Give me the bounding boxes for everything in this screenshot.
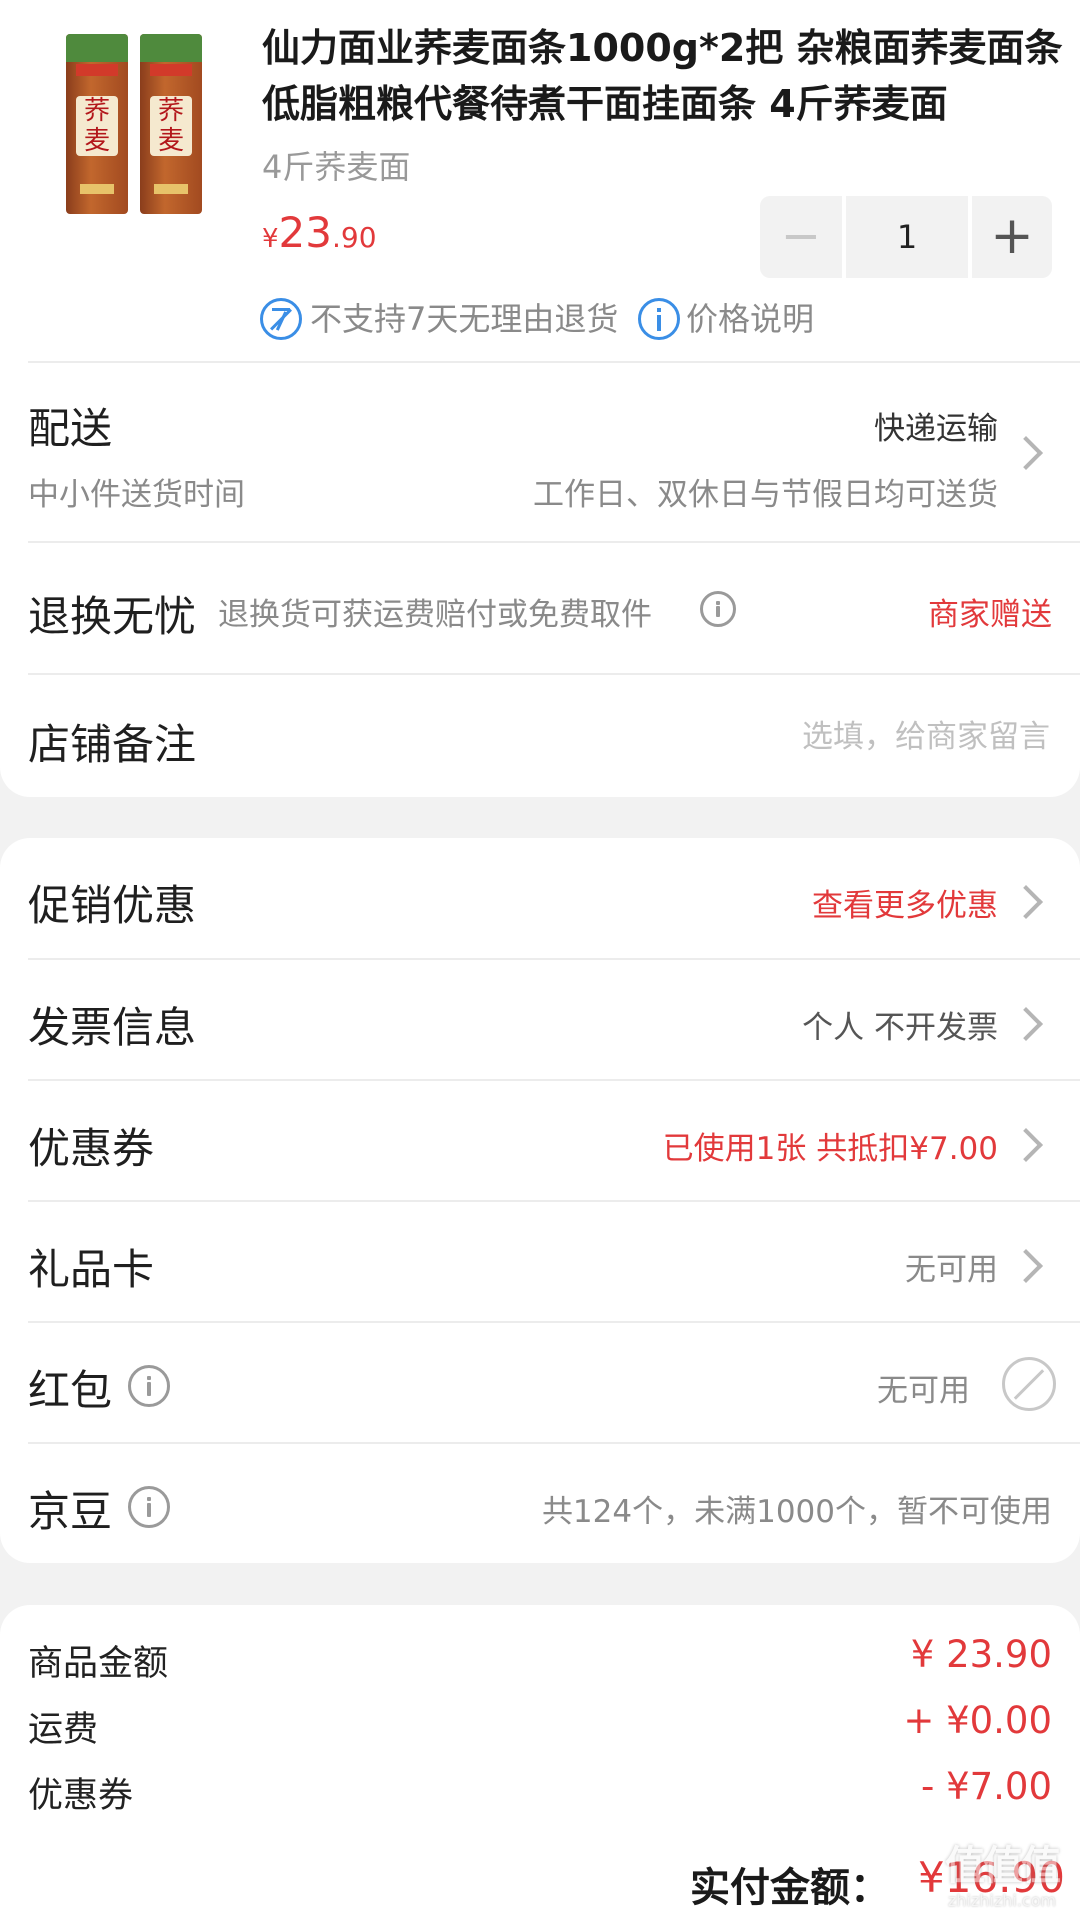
delivery-row[interactable]: 配送 快递运输 中小件送货时间 工作日、双休日与节假日均可送货 bbox=[0, 363, 1080, 541]
quantity-input[interactable]: 1 bbox=[846, 196, 968, 278]
chevron-right-icon bbox=[1009, 1128, 1043, 1162]
info-icon[interactable] bbox=[128, 1365, 170, 1407]
product-title-line2: 低脂粗粮代餐待煮干面挂面条 4斤荞麦面 bbox=[262, 82, 948, 126]
minus-button[interactable]: − bbox=[760, 196, 842, 278]
noodle-pack-right: 荞麦 bbox=[140, 34, 202, 214]
watermark-logo: 值值值 zhizhizhi.com bbox=[945, 1843, 1061, 1910]
product-price: ¥23.90 bbox=[262, 208, 377, 257]
product-title[interactable]: 仙力面业荞麦面条1000g*2把 杂粮面荞麦面条 低脂粗粮代餐待煮干面挂面条 4… bbox=[262, 20, 1063, 132]
package-name-text-2: 荞麦 bbox=[150, 96, 192, 156]
return-worry-free-label: 退换无忧 bbox=[28, 592, 197, 641]
promo-value: 查看更多优惠 bbox=[812, 888, 998, 924]
jingdou-row: 京豆 共124个，未满1000个，暂不可使用 bbox=[0, 1444, 1080, 1563]
shipping-label: 运费 bbox=[28, 1710, 99, 1750]
invoice-label: 发票信息 bbox=[28, 1003, 197, 1052]
order-options-card: 促销优惠 查看更多优惠 发票信息 个人 不开发票 优惠券 已使用1张 共抵扣¥7… bbox=[0, 838, 1080, 1563]
no-return-text: 不支持7天无理由退货 bbox=[310, 300, 619, 338]
product-title-line1: 仙力面业荞麦面条1000g*2把 杂粮面荞麦面条 bbox=[262, 26, 1063, 70]
gift-card-row[interactable]: 礼品卡 无可用 bbox=[0, 1202, 1080, 1321]
coupon-value: 已使用1张 共抵扣¥7.00 bbox=[662, 1131, 998, 1167]
return-worry-free-desc: 退换货可获运费赔付或免费取件 bbox=[218, 597, 652, 633]
payment-summary-card: 商品金额 ¥ 23.90 运费 + ¥0.00 优惠券 - ¥7.00 实付金额… bbox=[0, 1605, 1080, 1917]
delivery-label: 配送 bbox=[28, 404, 113, 453]
package-name-text: 荞麦 bbox=[76, 96, 118, 156]
price-info-link[interactable]: 价格说明 bbox=[686, 298, 814, 340]
coupon-deduct-value: - ¥7.00 bbox=[920, 1765, 1052, 1808]
goods-amount-label: 商品金额 bbox=[28, 1644, 169, 1684]
chevron-right-icon bbox=[1009, 1249, 1043, 1283]
shop-note-row: 店铺备注 bbox=[0, 675, 1080, 797]
chevron-right-icon bbox=[1009, 1007, 1043, 1041]
no-return-icon bbox=[260, 298, 302, 340]
return-worry-free-status: 商家赠送 bbox=[928, 597, 1052, 633]
gift-card-value: 无可用 bbox=[905, 1252, 998, 1288]
quantity-stepper: − 1 + bbox=[760, 196, 1052, 278]
delivery-sublabel: 中小件送货时间 bbox=[28, 477, 245, 513]
jingdou-value: 共124个，未满1000个，暂不可使用 bbox=[541, 1494, 1052, 1530]
coupon-label: 优惠券 bbox=[28, 1124, 155, 1173]
order-product-card: 荞麦 荞麦 仙力面业荞麦面条1000g*2把 杂粮面荞麦面条 低脂粗粮代餐待煮干… bbox=[0, 0, 1080, 797]
noodle-pack-left: 荞麦 bbox=[66, 34, 128, 214]
gift-card-label: 礼品卡 bbox=[28, 1245, 155, 1294]
unavailable-icon bbox=[1002, 1357, 1056, 1411]
return-worry-free-row: 退换无忧 退换货可获运费赔付或免费取件 商家赠送 bbox=[0, 543, 1080, 673]
product-image[interactable]: 荞麦 荞麦 bbox=[62, 30, 232, 220]
invoice-row[interactable]: 发票信息 个人 不开发票 bbox=[0, 960, 1080, 1079]
price-decimal: .90 bbox=[332, 221, 377, 254]
chevron-right-icon bbox=[1009, 885, 1043, 919]
shop-note-label: 店铺备注 bbox=[28, 720, 197, 769]
red-packet-value: 无可用 bbox=[877, 1373, 970, 1409]
price-symbol: ¥ bbox=[262, 224, 279, 254]
price-main: 23 bbox=[278, 208, 332, 257]
promo-label: 促销优惠 bbox=[28, 881, 197, 930]
shop-note-input[interactable] bbox=[488, 711, 1052, 763]
delivery-time: 工作日、双休日与节假日均可送货 bbox=[533, 477, 998, 513]
invoice-value: 个人 不开发票 bbox=[802, 1010, 998, 1046]
goods-amount-value: ¥ 23.90 bbox=[910, 1633, 1052, 1676]
coupon-row[interactable]: 优惠券 已使用1张 共抵扣¥7.00 bbox=[0, 1081, 1080, 1200]
plus-button[interactable]: + bbox=[972, 196, 1052, 278]
red-packet-row: 红包 无可用 bbox=[0, 1323, 1080, 1442]
price-info-icon[interactable] bbox=[638, 298, 680, 340]
red-packet-label: 红包 bbox=[28, 1366, 113, 1415]
coupon-deduct-label: 优惠券 bbox=[28, 1776, 134, 1816]
info-icon[interactable] bbox=[128, 1486, 170, 1528]
total-label: 实付金额： bbox=[690, 1865, 890, 1911]
delivery-method: 快递运输 bbox=[874, 411, 998, 447]
info-icon[interactable] bbox=[700, 591, 736, 627]
shipping-value: + ¥0.00 bbox=[903, 1699, 1052, 1742]
promo-row[interactable]: 促销优惠 查看更多优惠 bbox=[0, 838, 1080, 958]
chevron-right-icon bbox=[1009, 436, 1043, 470]
jingdou-label: 京豆 bbox=[28, 1487, 113, 1536]
product-variant: 4斤荞麦面 bbox=[262, 148, 411, 186]
